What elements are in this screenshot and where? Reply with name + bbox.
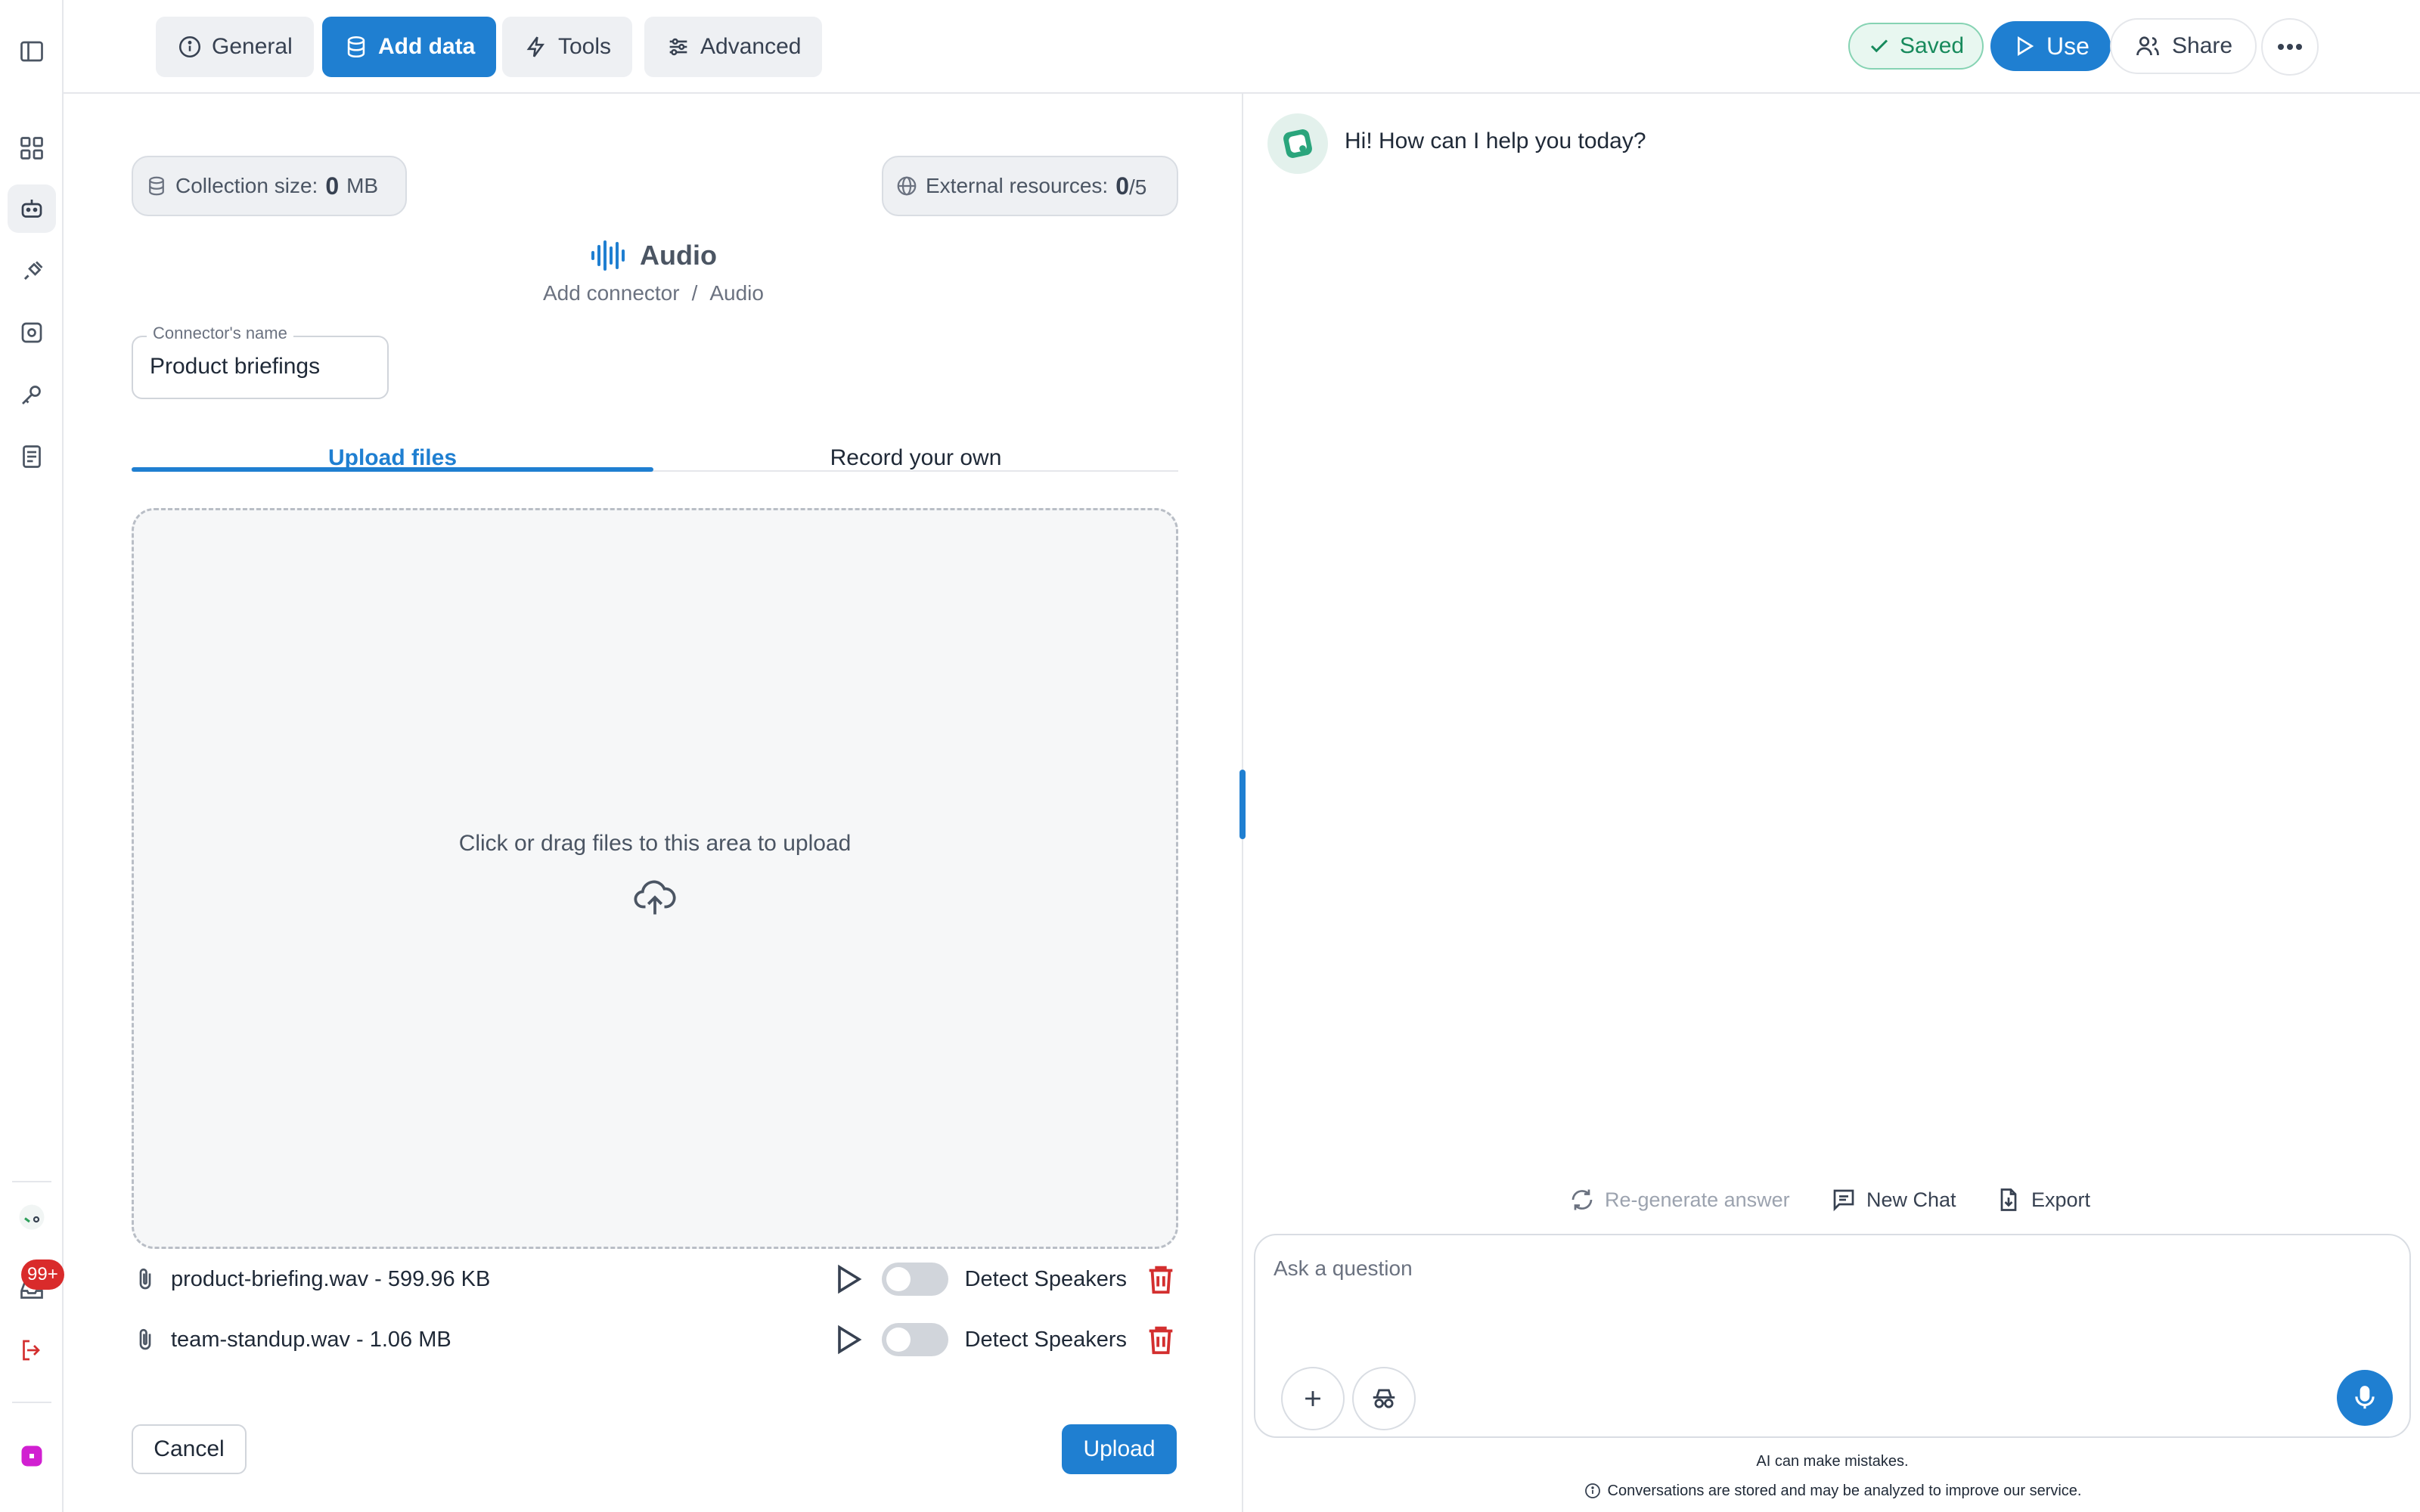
- paperclip-icon: [139, 1268, 151, 1290]
- user-avatar-icon[interactable]: [8, 1193, 56, 1241]
- tab-upload-files[interactable]: Upload files: [132, 428, 653, 488]
- connector-title: Audio: [640, 240, 717, 271]
- logout-icon[interactable]: [8, 1326, 56, 1374]
- connector-name-label: Connector's name: [147, 324, 293, 343]
- refresh-icon: [1571, 1189, 1593, 1210]
- more-dots-icon: [2278, 44, 2302, 50]
- tab-tools[interactable]: Tools: [502, 17, 633, 77]
- new-chat-button[interactable]: New Chat: [1830, 1181, 1956, 1219]
- breadcrumb-audio: Audio: [709, 281, 764, 305]
- check-icon: [1870, 39, 1888, 53]
- cancel-button[interactable]: Cancel: [132, 1424, 247, 1474]
- left-rail: 99+: [0, 0, 64, 1512]
- saved-status-badge: Saved: [1848, 23, 1984, 70]
- lightning-icon: [526, 36, 545, 57]
- tab-advanced[interactable]: Advanced: [644, 17, 823, 77]
- breadcrumb-add-connector[interactable]: Add connector: [543, 281, 680, 305]
- file-name: team-standup.wav - 1.06 MB: [171, 1327, 451, 1352]
- play-icon: [2018, 36, 2034, 57]
- export-icon: [2000, 1188, 2017, 1211]
- plus-icon: [1305, 1391, 1320, 1406]
- bot-icon[interactable]: [8, 184, 56, 233]
- share-button[interactable]: Share: [2110, 18, 2257, 74]
- database-icon: [149, 176, 164, 196]
- microphone-button[interactable]: [2337, 1370, 2393, 1426]
- top-bar: General Add data Tools Advanced Saved Us…: [64, 0, 2420, 94]
- rail-divider: [12, 1181, 51, 1182]
- external-resources-badge: External resources: 0/5: [882, 156, 1178, 216]
- detect-speakers-label: Detect Speakers: [964, 1266, 1127, 1291]
- tab-label: General: [212, 34, 293, 59]
- tab-label: Advanced: [700, 34, 802, 59]
- plug-icon[interactable]: [8, 248, 56, 296]
- play-icon[interactable]: [829, 1321, 865, 1358]
- file-name: product-briefing.wav - 599.96 KB: [171, 1266, 491, 1291]
- dashboard-icon[interactable]: [8, 124, 56, 172]
- export-button[interactable]: Export: [1995, 1181, 2090, 1219]
- sliders-icon: [669, 38, 687, 56]
- add-attachment-button[interactable]: [1281, 1367, 1345, 1430]
- privacy-note: Conversations are stored and may be anal…: [1254, 1482, 2411, 1500]
- audio-waveform-icon: [591, 240, 625, 271]
- collection-size-badge: Collection size: 0 MB: [132, 156, 407, 216]
- connector-name-value: Product briefings: [150, 354, 321, 379]
- ai-disclaimer: AI can make mistakes.: [1756, 1453, 1909, 1470]
- file-row: product-briefing.wav - 599.96 KB Detect …: [132, 1255, 1178, 1303]
- question-input[interactable]: Ask a question: [1274, 1256, 1413, 1281]
- trash-icon[interactable]: [1143, 1322, 1178, 1357]
- regenerate-answer-button[interactable]: Re-generate answer: [1568, 1181, 1790, 1219]
- bot-greeting-message: Hi! How can I help you today?: [1345, 129, 1646, 153]
- microphone-icon: [2355, 1386, 2375, 1409]
- workspace-logo-icon[interactable]: [8, 1432, 56, 1480]
- bot-avatar: [1267, 113, 1328, 174]
- dropzone-text: Click or drag files to this area to uplo…: [458, 831, 852, 856]
- key-icon[interactable]: [8, 370, 56, 419]
- paperclip-icon: [139, 1328, 151, 1350]
- bot-logo-icon: [1283, 129, 1312, 158]
- info-icon: [178, 36, 201, 58]
- globe-icon: [897, 176, 917, 196]
- scan-icon[interactable]: [8, 308, 56, 357]
- chat-composer: Ask a question: [1254, 1234, 2411, 1438]
- tab-label: Add data: [378, 34, 476, 59]
- add-data-panel: Collection size: 0 MB External resources…: [64, 94, 1243, 1512]
- tab-label: Tools: [558, 34, 612, 59]
- upload-button[interactable]: Upload: [1062, 1424, 1177, 1474]
- incognito-button[interactable]: [1352, 1367, 1416, 1430]
- cloud-upload-icon: [634, 880, 676, 915]
- incognito-icon: [1373, 1389, 1395, 1408]
- notification-badge: 99+: [21, 1259, 64, 1290]
- database-icon: [347, 36, 365, 58]
- more-options-button[interactable]: [2261, 18, 2319, 76]
- tab-general[interactable]: General: [156, 17, 314, 77]
- detect-speakers-toggle[interactable]: [881, 1263, 948, 1296]
- trash-icon[interactable]: [1143, 1262, 1178, 1297]
- rail-divider: [12, 1402, 51, 1403]
- resize-handle[interactable]: [1239, 770, 1246, 839]
- connector-name-field[interactable]: Product briefings: [132, 336, 389, 399]
- active-tab-indicator: [132, 467, 653, 472]
- use-button[interactable]: Use: [1990, 21, 2111, 71]
- toggle-sidebar-icon[interactable]: [8, 27, 56, 76]
- detect-speakers-label: Detect Speakers: [964, 1327, 1127, 1352]
- play-icon[interactable]: [829, 1261, 865, 1297]
- tab-record-your-own[interactable]: Record your own: [653, 428, 1178, 488]
- chat-bubble-icon: [1833, 1189, 1854, 1212]
- connector-header: Audio: [64, 239, 1243, 272]
- info-icon: [1584, 1483, 1600, 1498]
- document-icon[interactable]: [8, 432, 56, 481]
- file-dropzone[interactable]: Click or drag files to this area to uplo…: [132, 508, 1178, 1249]
- detect-speakers-toggle[interactable]: [881, 1323, 948, 1356]
- tab-add-data[interactable]: Add data: [322, 17, 497, 77]
- breadcrumb: Add connector / Audio: [543, 281, 764, 305]
- users-icon: [2136, 36, 2159, 56]
- file-row: team-standup.wav - 1.06 MB Detect Speake…: [132, 1315, 1178, 1364]
